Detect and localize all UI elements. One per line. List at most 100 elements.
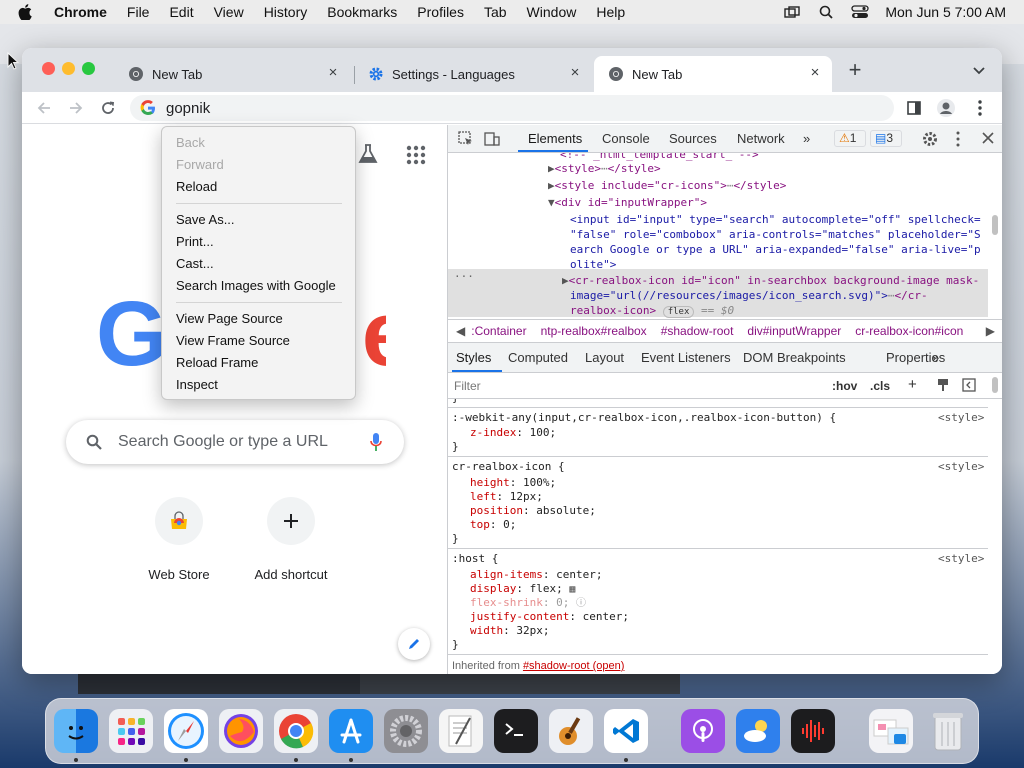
menu-item-print[interactable]: Print... — [176, 232, 214, 252]
hover-state-toggle[interactable]: :hov — [832, 379, 857, 393]
tab-new-tab-active[interactable]: New Tab × — [594, 56, 832, 92]
microphone-icon[interactable] — [370, 432, 382, 452]
menu-view[interactable]: View — [214, 4, 244, 20]
safari-icon[interactable] — [164, 709, 208, 753]
app-store-icon[interactable] — [329, 709, 373, 753]
new-tab-button[interactable]: + — [844, 59, 866, 82]
close-tab-icon[interactable]: × — [808, 65, 822, 80]
tab-event-listeners[interactable]: Event Listeners — [641, 350, 731, 365]
settings-gear-icon[interactable] — [922, 131, 938, 150]
reload-icon[interactable] — [98, 98, 118, 118]
close-window-button[interactable] — [42, 62, 55, 75]
voice-memos-icon[interactable] — [791, 709, 835, 753]
zoom-window-button[interactable] — [82, 62, 95, 75]
menu-item-inspect[interactable]: Inspect — [176, 375, 218, 395]
menu-item-reload[interactable]: Reload — [176, 177, 217, 197]
textedit-icon[interactable] — [439, 709, 483, 753]
warnings-badge[interactable]: ⚠1 — [834, 130, 866, 147]
rule-source-link[interactable]: <style> — [938, 460, 984, 474]
css-declaration[interactable]: left: 12px; — [470, 490, 543, 504]
menu-item-cast[interactable]: Cast... — [176, 254, 214, 274]
css-declaration-inactive[interactable]: flex-shrink: 0; ⓘ — [470, 596, 586, 611]
breadcrumb-item[interactable]: #shadow-root — [661, 324, 734, 338]
forward-arrow-icon[interactable] — [66, 98, 86, 118]
css-declaration[interactable]: top: 0; — [470, 518, 516, 532]
rule-selector[interactable]: :host { — [452, 552, 498, 566]
tab-sources[interactable]: Sources — [669, 131, 717, 146]
weather-icon[interactable] — [736, 709, 780, 753]
breadcrumb-item[interactable]: :Container — [471, 324, 526, 338]
breadcrumb-item[interactable]: cr-realbox-icon#icon — [855, 324, 963, 338]
css-declaration[interactable]: z-index: 100; — [470, 426, 556, 440]
customize-pencil-icon[interactable] — [398, 628, 430, 660]
terminal-icon[interactable] — [494, 709, 538, 753]
menu-tab[interactable]: Tab — [484, 4, 507, 20]
css-declaration[interactable]: align-items: center; — [470, 568, 602, 582]
dom-node[interactable]: ▼<div id="inputWrapper"> — [548, 195, 707, 210]
close-tab-icon[interactable]: × — [326, 65, 340, 80]
search-box[interactable]: Search Google or type a URL — [66, 420, 404, 464]
dom-node[interactable]: ▶<style include="cr-icons">⋯</style> — [548, 178, 786, 193]
chrome-icon[interactable] — [274, 709, 318, 753]
scroll-right-icon[interactable]: ▶ — [986, 324, 995, 338]
launchpad-icon[interactable] — [109, 709, 153, 753]
devtools-more-icon[interactable] — [956, 131, 960, 150]
garageband-guitar-icon[interactable] — [549, 709, 593, 753]
downloads-stack-icon[interactable] — [869, 709, 913, 753]
css-declaration[interactable]: width: 32px; — [470, 624, 550, 638]
new-rule-plus-icon[interactable]: + — [908, 376, 917, 393]
profile-avatar-icon[interactable] — [936, 98, 956, 118]
scroll-left-icon[interactable]: ◀ — [456, 324, 465, 338]
back-arrow-icon[interactable] — [34, 98, 54, 118]
google-apps-icon[interactable] — [406, 145, 426, 165]
add-shortcut-button[interactable]: Add shortcut — [236, 497, 346, 582]
elements-scrollbar[interactable] — [992, 215, 998, 235]
side-panel-icon[interactable] — [904, 98, 924, 118]
chevron-down-icon[interactable] — [972, 64, 986, 78]
filter-input[interactable]: Filter — [454, 379, 481, 393]
paint-icon[interactable] — [936, 378, 950, 395]
sidebar-toggle-icon[interactable] — [962, 378, 976, 395]
control-center-icon[interactable] — [851, 5, 870, 19]
tab-network[interactable]: Network — [737, 131, 785, 146]
dom-node[interactable]: ▶<style>⋯</style> — [548, 161, 661, 176]
shortcut-web-store[interactable]: Web Store — [124, 497, 234, 582]
menu-window[interactable]: Window — [527, 4, 577, 20]
menu-history[interactable]: History — [264, 4, 308, 20]
menubar-clock[interactable]: Mon Jun 5 7:00 AM — [885, 4, 1006, 20]
more-menu-icon[interactable] — [970, 98, 990, 118]
close-devtools-icon[interactable] — [981, 131, 995, 148]
messages-badge[interactable]: ▤3 — [870, 130, 902, 147]
css-declaration[interactable]: position: absolute; — [470, 504, 596, 518]
screen-mirroring-icon[interactable] — [783, 5, 801, 19]
menu-item-view-page-source[interactable]: View Page Source — [176, 309, 283, 329]
tab-computed[interactable]: Computed — [508, 350, 568, 365]
styles-scrollbar[interactable] — [992, 377, 998, 393]
menu-bookmarks[interactable]: Bookmarks — [327, 4, 397, 20]
close-tab-icon[interactable]: × — [568, 65, 582, 80]
rule-selector[interactable]: :-webkit-any(input,cr-realbox-icon,.real… — [452, 411, 836, 425]
trash-icon[interactable] — [926, 709, 970, 753]
breadcrumb-item[interactable]: ntp-realbox#realbox — [541, 324, 647, 338]
dom-node-input[interactable]: <input id="input" type="search" autocomp… — [570, 212, 981, 227]
finder-icon[interactable] — [54, 709, 98, 753]
system-preferences-gear-icon[interactable] — [384, 709, 428, 753]
tab-settings-languages[interactable]: Settings - Languages × — [354, 56, 592, 92]
rule-source-link[interactable]: <style> — [938, 552, 984, 566]
node-actions-icon[interactable]: ··· — [454, 269, 474, 284]
tab-new-tab-1[interactable]: New Tab × — [114, 56, 350, 92]
firefox-icon[interactable] — [219, 709, 263, 753]
breadcrumb-item[interactable]: div#inputWrapper — [747, 324, 841, 338]
menu-file[interactable]: File — [127, 4, 150, 20]
more-tabs-chevron-icon[interactable]: » — [803, 131, 810, 146]
more-subtabs-icon[interactable]: » — [932, 350, 939, 365]
tab-styles[interactable]: Styles — [456, 350, 491, 365]
menu-profiles[interactable]: Profiles — [417, 4, 464, 20]
spotlight-search-icon[interactable] — [817, 5, 835, 19]
tab-layout[interactable]: Layout — [585, 350, 624, 365]
address-bar[interactable]: gopnik — [130, 95, 894, 121]
css-declaration[interactable]: justify-content: center; — [470, 610, 629, 624]
menu-item-search-images[interactable]: Search Images with Google — [176, 276, 336, 296]
menu-item-save-as[interactable]: Save As... — [176, 210, 235, 230]
minimize-window-button[interactable] — [62, 62, 75, 75]
